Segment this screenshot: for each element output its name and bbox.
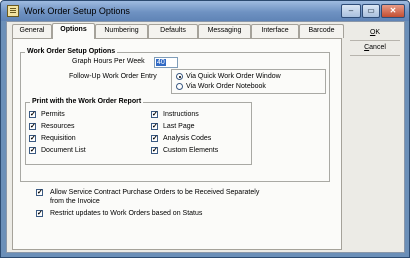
checkbox-permits-label: Permits <box>41 111 65 118</box>
radio-notebook-label[interactable]: Via Work Order Notebook <box>186 83 266 90</box>
checkbox-analysis-codes[interactable]: ✓ <box>151 135 158 142</box>
checkbox-permits[interactable]: ✓ <box>29 111 36 118</box>
work-order-setup-window: Work Order Setup Options – ▭ ✕ General O… <box>0 0 410 258</box>
checkbox-instructions-label: Instructions <box>163 111 199 118</box>
allow-service-contract-label-line2: from the Invoice <box>50 198 100 205</box>
checkbox-document-list[interactable]: ✓ <box>29 147 36 154</box>
restrict-updates-label: Restrict updates to Work Orders based on… <box>50 210 203 217</box>
checkbox-last-page-label: Last Page <box>163 123 195 130</box>
checkbox-document-list-label: Document List <box>41 147 86 154</box>
tab-interface[interactable]: Interface <box>251 24 299 38</box>
radio-quick-window-label[interactable]: Via Quick Work Order Window <box>186 73 281 80</box>
close-button[interactable]: ✕ <box>381 4 405 18</box>
tab-options[interactable]: Options <box>52 23 95 39</box>
radio-notebook[interactable] <box>176 83 183 90</box>
ok-button[interactable]: OK <box>349 27 401 40</box>
cancel-button[interactable]: Cancel <box>349 42 401 55</box>
checkbox-resources[interactable]: ✓ <box>29 123 36 130</box>
tab-numbering[interactable]: Numbering <box>95 24 148 38</box>
checkbox-restrict-updates[interactable]: ✓ <box>36 210 43 217</box>
checkbox-requisition-label: Requisition <box>41 135 76 142</box>
followup-label: Follow-Up Work Order Entry <box>69 73 157 80</box>
print-report-group: Print with the Work Order Report ✓ Permi… <box>25 98 252 165</box>
tab-messaging[interactable]: Messaging <box>198 24 251 38</box>
print-report-title: Print with the Work Order Report <box>30 98 144 105</box>
minimize-button[interactable]: – <box>341 4 361 18</box>
radio-quick-window[interactable] <box>176 73 183 80</box>
checkbox-analysis-codes-label: Analysis Codes <box>163 135 212 142</box>
options-panel: Work Order Setup Options Graph Hours Per… <box>12 38 342 250</box>
tab-barcode[interactable]: Barcode <box>299 24 344 38</box>
dialog-body: General Options Numbering Defaults Messa… <box>6 21 405 253</box>
checkbox-instructions[interactable]: ✓ <box>151 111 158 118</box>
checkbox-resources-label: Resources <box>41 123 75 130</box>
title-bar[interactable]: Work Order Setup Options – ▭ ✕ <box>1 1 409 21</box>
tab-defaults[interactable]: Defaults <box>148 24 198 38</box>
app-icon <box>7 5 19 17</box>
window-title: Work Order Setup Options <box>24 6 130 16</box>
setup-options-group: Work Order Setup Options Graph Hours Per… <box>20 48 330 182</box>
hours-per-week-input[interactable]: 40 <box>154 57 178 68</box>
checkbox-custom-elements[interactable]: ✓ <box>151 147 158 154</box>
cancel-separator <box>350 55 400 56</box>
allow-service-contract-label-line1: Allow Service Contract Purchase Orders t… <box>50 189 260 196</box>
checkbox-last-page[interactable]: ✓ <box>151 123 158 130</box>
checkbox-allow-service-contract-po[interactable]: ✓ <box>36 189 43 196</box>
hours-label: Graph Hours Per Week <box>72 58 145 65</box>
checkbox-custom-elements-label: Custom Elements <box>163 147 219 154</box>
ok-separator <box>350 40 400 41</box>
checkbox-requisition[interactable]: ✓ <box>29 135 36 142</box>
followup-radio-group: Via Quick Work Order Window Via Work Ord… <box>171 69 326 94</box>
maximize-button[interactable]: ▭ <box>362 4 380 18</box>
tab-general[interactable]: General <box>12 24 52 38</box>
setup-options-title: Work Order Setup Options <box>25 48 118 55</box>
